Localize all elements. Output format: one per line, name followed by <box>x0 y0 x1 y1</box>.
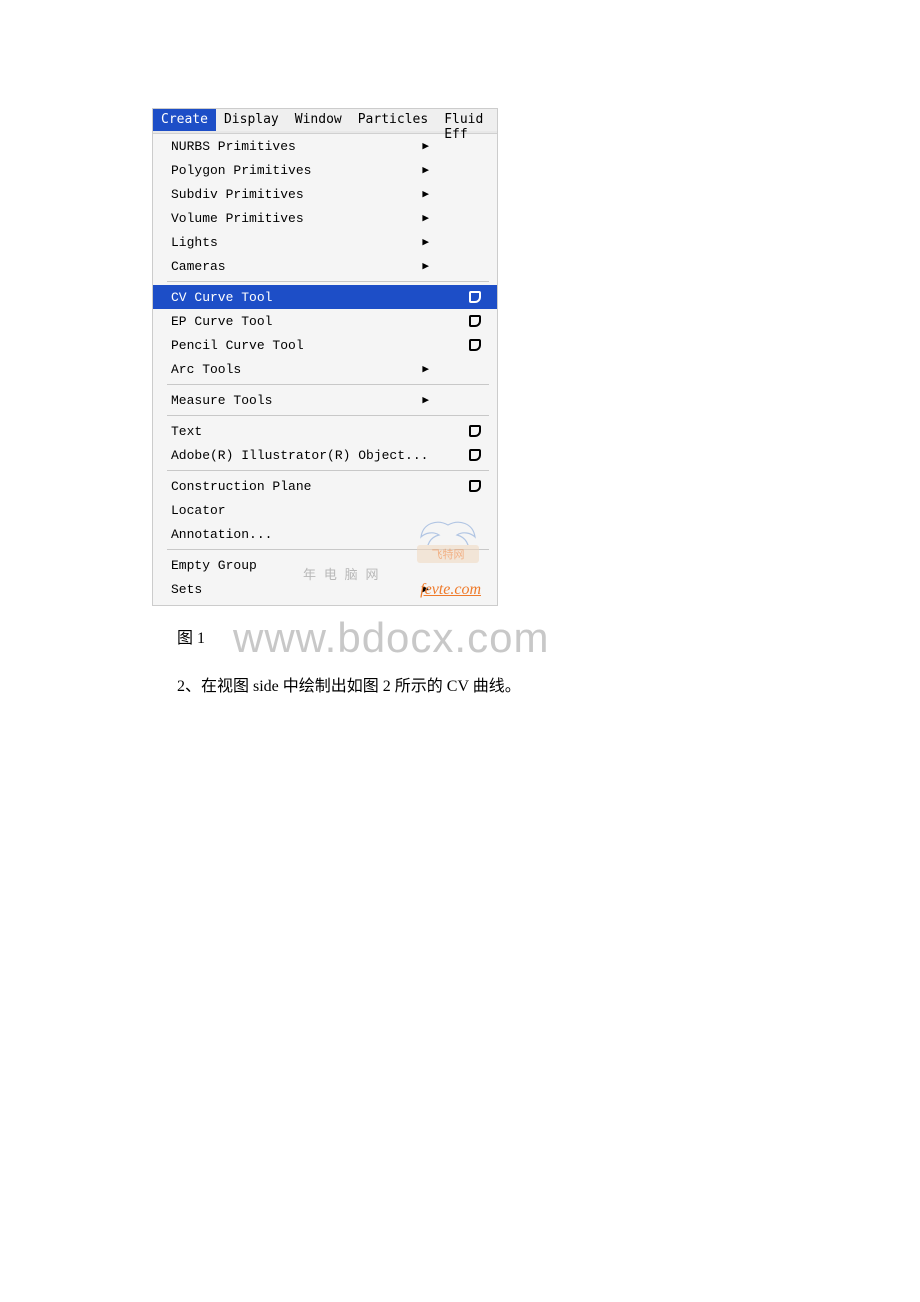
create-dropdown: NURBS Primitives ▶ Polygon Primitives ▶ … <box>153 134 497 605</box>
maya-create-menu-screenshot: Create Display Window Particles Fluid Ef… <box>152 108 498 606</box>
menu-item-label: Adobe(R) Illustrator(R) Object... <box>171 448 485 463</box>
menu-item-label: CV Curve Tool <box>171 290 485 305</box>
submenu-arrow-icon: ▶ <box>422 235 429 249</box>
watermark-wings-icon: 飞特网 <box>417 517 479 569</box>
menu-item-label: Locator <box>171 503 485 518</box>
submenu-arrow-icon: ▶ <box>422 163 429 177</box>
menu-item-arc-tools[interactable]: Arc Tools ▶ <box>153 357 497 381</box>
submenu-arrow-icon: ▶ <box>422 187 429 201</box>
menu-item-ep-curve-tool[interactable]: EP Curve Tool <box>153 309 497 333</box>
submenu-arrow-icon: ▶ <box>422 211 429 225</box>
menu-item-label: Pencil Curve Tool <box>171 338 485 353</box>
options-box-icon[interactable] <box>469 480 481 492</box>
options-box-icon[interactable] <box>469 291 481 303</box>
menu-divider <box>167 281 489 282</box>
body-paragraph: 2、在视图 side 中绘制出如图 2 所示的 CV 曲线。 <box>177 672 521 696</box>
menu-window[interactable]: Window <box>287 109 350 131</box>
menu-item-polygon-primitives[interactable]: Polygon Primitives ▶ <box>153 158 497 182</box>
menu-divider <box>167 470 489 471</box>
menu-item-measure-tools[interactable]: Measure Tools ▶ <box>153 388 497 412</box>
menu-item-label: Volume Primitives <box>171 211 485 226</box>
watermark-small-text: 年 电 脑 网 <box>303 564 378 583</box>
menu-fluid-eff[interactable]: Fluid Eff <box>436 109 497 131</box>
watermark-badge-text: 飞特网 <box>417 545 479 563</box>
menu-divider <box>167 384 489 385</box>
menu-item-label: Cameras <box>171 259 485 274</box>
watermark-fevte-link: fevte.com <box>420 581 481 599</box>
options-box-icon[interactable] <box>469 339 481 351</box>
menu-item-pencil-curve-tool[interactable]: Pencil Curve Tool <box>153 333 497 357</box>
menu-particles[interactable]: Particles <box>350 109 436 131</box>
submenu-arrow-icon: ▶ <box>422 259 429 273</box>
menu-item-label: Polygon Primitives <box>171 163 485 178</box>
menu-item-adobe-illustrator-object[interactable]: Adobe(R) Illustrator(R) Object... <box>153 443 497 467</box>
submenu-arrow-icon: ▶ <box>422 362 429 376</box>
menu-item-nurbs-primitives[interactable]: NURBS Primitives ▶ <box>153 134 497 158</box>
menu-item-label: Arc Tools <box>171 362 485 377</box>
menu-item-label: Text <box>171 424 485 439</box>
menu-item-cv-curve-tool[interactable]: CV Curve Tool <box>153 285 497 309</box>
menu-item-label: Construction Plane <box>171 479 485 494</box>
options-box-icon[interactable] <box>469 315 481 327</box>
menu-display[interactable]: Display <box>216 109 287 131</box>
options-box-icon[interactable] <box>469 449 481 461</box>
menu-item-cameras[interactable]: Cameras ▶ <box>153 254 497 278</box>
menu-item-construction-plane[interactable]: Construction Plane <box>153 474 497 498</box>
menu-divider <box>167 415 489 416</box>
submenu-arrow-icon: ▶ <box>422 393 429 407</box>
menu-item-volume-primitives[interactable]: Volume Primitives ▶ <box>153 206 497 230</box>
menu-item-label: Measure Tools <box>171 393 485 408</box>
menubar: Create Display Window Particles Fluid Ef… <box>153 109 497 131</box>
menu-item-label: Subdiv Primitives <box>171 187 485 202</box>
options-box-icon[interactable] <box>469 425 481 437</box>
menu-create[interactable]: Create <box>153 109 216 131</box>
menu-item-label: EP Curve Tool <box>171 314 485 329</box>
menu-item-text[interactable]: Text <box>153 419 497 443</box>
watermark-bdocx: www.bdocx.com <box>233 614 549 662</box>
menu-item-subdiv-primitives[interactable]: Subdiv Primitives ▶ <box>153 182 497 206</box>
figure-caption: 图 1 <box>177 624 205 648</box>
menu-item-label: Lights <box>171 235 485 250</box>
menu-item-lights[interactable]: Lights ▶ <box>153 230 497 254</box>
submenu-arrow-icon: ▶ <box>422 139 429 153</box>
menu-item-label: NURBS Primitives <box>171 139 485 154</box>
